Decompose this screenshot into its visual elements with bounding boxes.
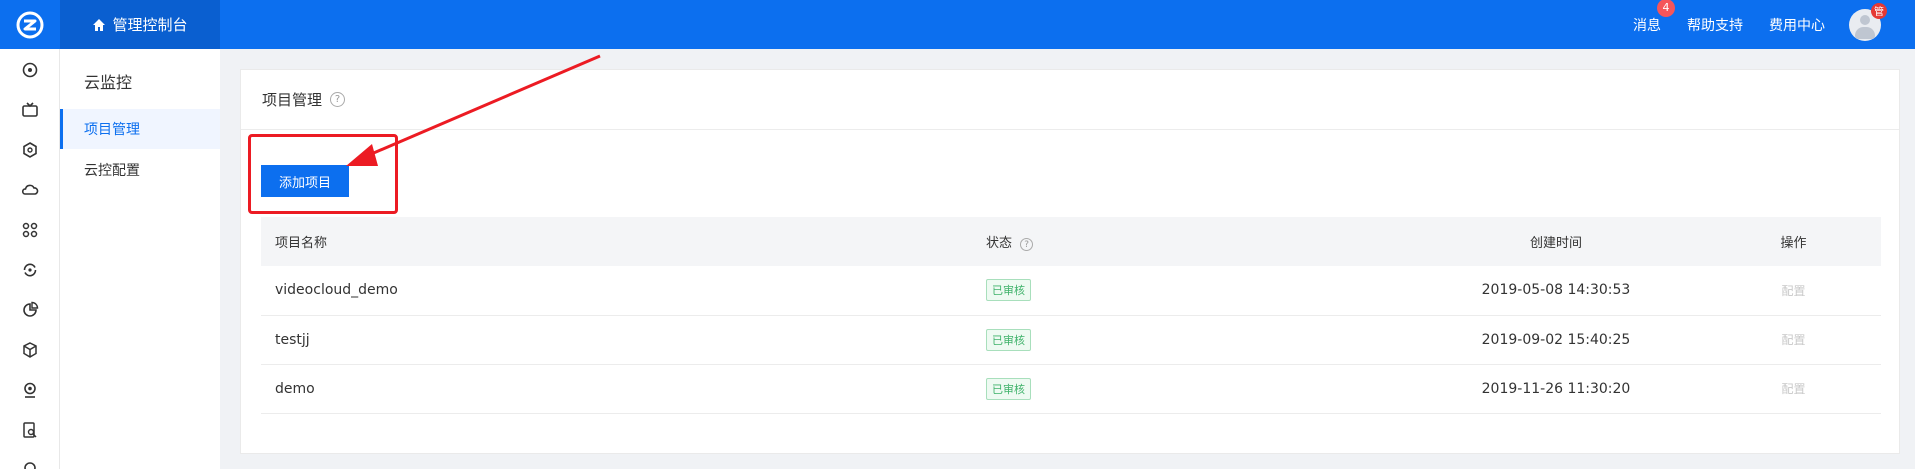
hexagon-icon[interactable] — [20, 140, 40, 160]
messages-label: 消息 — [1633, 17, 1661, 34]
refresh-icon[interactable] — [20, 260, 40, 280]
avatar-body — [1855, 26, 1875, 39]
configure-link[interactable]: 配置 — [1781, 333, 1805, 347]
table-row: videocloud_demo 已审核 2019-05-08 14:30:53 … — [261, 266, 1881, 316]
project-name: demo — [261, 364, 986, 414]
created-time: 2019-05-08 14:30:53 — [1406, 266, 1706, 316]
status-badge: 已审核 — [986, 279, 1031, 302]
project-table: 项目名称 状态 ? 创建时间 操作 videocloud_demo 已审核 20… — [261, 217, 1881, 414]
avatar[interactable]: 管 — [1849, 2, 1887, 41]
help-icon[interactable]: ? — [330, 92, 346, 107]
sidebar-title: 云监控 — [84, 73, 133, 92]
column-header-status-label: 状态 — [986, 235, 1013, 251]
top-bar: 管理控制台 消息 4 帮助支持 费用中心 管 — [0, 0, 1915, 49]
configure-link[interactable]: 配置 — [1781, 382, 1805, 396]
project-panel: 项目管理 ? 添加项目 项目名称 状态 ? 创建时间 操作 videocloud… — [240, 69, 1900, 454]
billing-center-link[interactable]: 费用中心 — [1769, 15, 1825, 35]
created-time: 2019-09-02 15:40:25 — [1406, 315, 1706, 365]
sidebar-item-cloud-control-config[interactable]: 云控配置 — [60, 150, 220, 190]
column-header-name: 项目名称 — [261, 217, 986, 266]
console-label: 管理控制台 — [112, 16, 188, 34]
add-project-button[interactable]: 添加项目 — [261, 165, 349, 197]
network-icon[interactable] — [20, 220, 40, 240]
top-links: 消息 4 帮助支持 费用中心 管 — [1607, 0, 1887, 49]
sidebar-item-label: 云控配置 — [84, 163, 140, 179]
table-row: testjj 已审核 2019-09-02 15:40:25 配置 — [261, 315, 1881, 365]
home-icon — [92, 18, 106, 32]
created-time: 2019-11-26 11:30:20 — [1406, 364, 1706, 414]
sidebar-item-project-management[interactable]: 项目管理 — [60, 109, 220, 149]
panel-header: 项目管理 ? — [241, 70, 1899, 130]
configure-link[interactable]: 配置 — [1781, 284, 1805, 298]
cloud-logo-icon — [16, 11, 44, 38]
pie-chart-icon[interactable] — [20, 300, 40, 320]
console-home-button[interactable]: 管理控制台 — [60, 0, 220, 49]
project-name: testjj — [261, 315, 986, 365]
status-badge: 已审核 — [986, 328, 1031, 351]
sidebar-item-label: 项目管理 — [84, 122, 140, 138]
cloud-icon[interactable] — [20, 180, 40, 200]
secondary-sidebar: 云监控 项目管理 云控配置 — [60, 49, 220, 469]
column-header-created: 创建时间 — [1406, 217, 1706, 266]
page-title: 项目管理 — [262, 91, 323, 109]
message-count-badge: 4 — [1657, 0, 1675, 17]
status-help-icon[interactable]: ? — [1020, 238, 1034, 252]
table-header-row: 项目名称 状态 ? 创建时间 操作 — [261, 217, 1881, 266]
dashboard-icon[interactable] — [20, 60, 40, 80]
doc-search-icon[interactable] — [20, 420, 40, 440]
icon-rail — [0, 49, 60, 469]
status-cell: 已审核 — [986, 266, 1406, 316]
status-cell: 已审核 — [986, 315, 1406, 365]
table-row: demo 已审核 2019-11-26 11:30:20 配置 — [261, 364, 1881, 414]
action-cell: 配置 — [1706, 315, 1881, 365]
avatar-head — [1860, 14, 1870, 25]
status-badge: 已审核 — [986, 377, 1031, 400]
project-name: videocloud_demo — [261, 266, 986, 316]
cube-icon[interactable] — [20, 340, 40, 360]
column-header-action: 操作 — [1706, 217, 1881, 266]
action-cell: 配置 — [1706, 266, 1881, 316]
messages-link[interactable]: 消息 4 — [1633, 0, 1675, 35]
help-support-link[interactable]: 帮助支持 — [1687, 15, 1743, 35]
tv-icon[interactable] — [20, 100, 40, 120]
logo[interactable] — [0, 0, 60, 49]
more-icon[interactable] — [20, 458, 40, 469]
column-header-status: 状态 ? — [986, 217, 1406, 266]
webcam-icon[interactable] — [20, 380, 40, 400]
status-cell: 已审核 — [986, 364, 1406, 414]
admin-badge: 管 — [1871, 2, 1887, 19]
action-cell: 配置 — [1706, 364, 1881, 414]
